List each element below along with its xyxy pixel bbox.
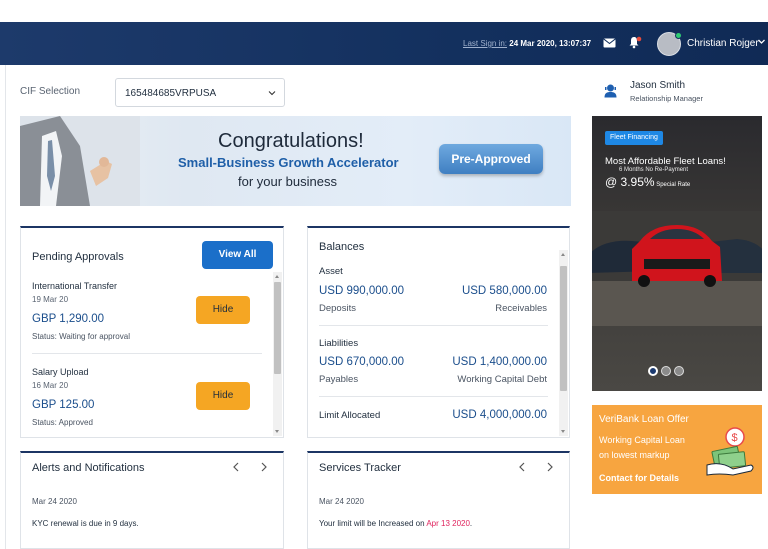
alerts-title: Alerts and Notifications xyxy=(32,462,145,474)
user-name[interactable]: Christian Rojger xyxy=(687,38,759,49)
svg-text:$: $ xyxy=(732,432,738,444)
scroll-up-icon[interactable] xyxy=(561,253,565,256)
top-header-bar: Last Sign in: 24 Mar 2020, 13:07:37 Chri… xyxy=(0,22,768,65)
rate-prefix: @ xyxy=(605,175,621,189)
chevron-left-icon[interactable] xyxy=(517,461,527,473)
loan-ad-line1: Working Capital Loan xyxy=(599,435,685,445)
rate-value: 3.95% xyxy=(620,175,655,189)
banner-subtitle: Small-Business Growth Accelerator xyxy=(178,155,399,170)
services-tracker-card: Services Tracker Mar 24 2020 Your limit … xyxy=(307,451,570,549)
item-status: Status: Waiting for approval xyxy=(32,332,130,341)
item-status: Status: Approved xyxy=(32,418,93,427)
divider xyxy=(319,396,548,397)
scrollbar-thumb[interactable] xyxy=(560,266,567,391)
working-capital-debt-amount: USD 1,400,000.00 xyxy=(452,356,547,368)
chevron-right-icon[interactable] xyxy=(545,461,555,473)
limit-allocated-label: Limit Allocated xyxy=(319,410,381,421)
cars-image xyxy=(592,211,762,326)
relationship-manager-name[interactable]: Jason Smith xyxy=(630,80,685,91)
service-text: Your limit will be Increased on Apr 13 2… xyxy=(319,519,472,528)
last-signin: Last Sign in: 24 Mar 2020, 13:07:37 xyxy=(463,39,591,48)
chevron-right-icon[interactable] xyxy=(259,461,269,473)
divider xyxy=(32,353,262,354)
promo-banner[interactable]: Congratulations! Small-Business Growth A… xyxy=(20,116,571,206)
scroll-down-icon[interactable] xyxy=(275,430,279,433)
item-name: International Transfer xyxy=(32,281,118,291)
businessman-image xyxy=(20,116,140,206)
payables-amount: USD 670,000.00 xyxy=(319,356,405,368)
carousel-indicators xyxy=(648,363,687,381)
alert-text: KYC renewal is due in 9 days. xyxy=(32,519,139,528)
carousel-dot[interactable] xyxy=(648,366,658,376)
services-tracker-title: Services Tracker xyxy=(319,462,401,474)
relationship-manager-icon xyxy=(604,84,617,98)
item-date: 19 Mar 20 xyxy=(32,295,69,304)
view-all-button[interactable]: View All xyxy=(202,241,273,269)
asset-label: Asset xyxy=(319,266,343,277)
pending-scrollbar[interactable] xyxy=(273,272,282,436)
hide-button[interactable]: Hide xyxy=(196,296,250,324)
item-name: Salary Upload xyxy=(32,367,89,377)
banner-tagline: for your business xyxy=(238,174,337,189)
last-signin-label[interactable]: Last Sign in: xyxy=(463,39,507,48)
service-date: Mar 24 2020 xyxy=(319,497,364,506)
service-text-end: . xyxy=(469,519,473,528)
left-divider xyxy=(5,65,6,549)
deposits-label: Deposits xyxy=(319,303,356,314)
receivables-label: Receivables xyxy=(495,303,547,314)
mail-icon[interactable] xyxy=(603,38,616,48)
user-avatar[interactable] xyxy=(657,32,682,56)
limit-allocated-amount: USD 4,000,000.00 xyxy=(452,409,547,421)
fleet-ad-sub: 6 Months No Re-Payment xyxy=(619,167,689,173)
cif-selected-value: 165484685VRPUSA xyxy=(125,88,217,99)
last-signin-value: 24 Mar 2020, 13:07:37 xyxy=(509,39,592,48)
fleet-financing-tag: Fleet Financing xyxy=(605,131,663,145)
contact-for-details-link[interactable]: Contact for Details xyxy=(599,473,679,483)
item-amount: GBP 125.00 xyxy=(32,399,95,411)
balances-card: Balances Asset USD 990,000.00 Deposits U… xyxy=(307,226,570,438)
scrollbar-thumb[interactable] xyxy=(274,282,281,374)
deposits-amount: USD 990,000.00 xyxy=(319,285,405,297)
chevron-down-icon[interactable] xyxy=(757,37,766,46)
banner-title: Congratulations! xyxy=(218,130,364,152)
carousel-dot[interactable] xyxy=(674,366,684,376)
fleet-ad-rate: @ 3.95% Special Rate xyxy=(605,175,690,189)
balances-title: Balances xyxy=(319,241,365,253)
cif-select-dropdown[interactable]: 165484685VRPUSA xyxy=(115,78,285,107)
relationship-manager-role: Relationship Manager xyxy=(630,94,703,103)
loan-offer-ad[interactable]: VeriBank Loan Offer Working Capital Loan… xyxy=(592,405,762,494)
carousel-dot[interactable] xyxy=(661,366,671,376)
scroll-up-icon[interactable] xyxy=(275,275,279,278)
liabilities-label: Liabilities xyxy=(319,338,359,349)
item-date: 16 Mar 20 xyxy=(32,381,69,390)
money-hand-icon: $ xyxy=(706,427,754,476)
online-status-dot xyxy=(675,32,682,39)
cif-selection-label: CIF Selection xyxy=(20,86,81,97)
scroll-down-icon[interactable] xyxy=(561,430,565,433)
divider xyxy=(319,325,548,326)
notification-bell-icon[interactable] xyxy=(628,35,642,49)
alert-date: Mar 24 2020 xyxy=(32,497,77,506)
fleet-financing-ad[interactable]: Fleet Financing Most Affordable Fleet Lo… xyxy=(592,116,762,391)
service-text-start: Your limit will be Increased on xyxy=(319,519,427,528)
loan-ad-line2: on lowest markup xyxy=(599,450,670,460)
alerts-card: Alerts and Notifications Mar 24 2020 KYC… xyxy=(20,451,284,549)
loan-ad-headline: VeriBank Loan Offer xyxy=(599,414,689,425)
receivables-amount: USD 580,000.00 xyxy=(461,285,547,297)
chevron-left-icon[interactable] xyxy=(231,461,241,473)
item-amount: GBP 1,290.00 xyxy=(32,313,105,325)
fleet-ad-headline: Most Affordable Fleet Loans! xyxy=(605,156,726,167)
hide-button[interactable]: Hide xyxy=(196,382,250,410)
pre-approved-badge[interactable]: Pre-Approved xyxy=(439,144,543,174)
pending-approvals-card: Pending Approvals View All International… xyxy=(20,226,284,438)
service-highlight-date: Apr 13 2020 xyxy=(426,519,470,528)
working-capital-debt-label: Working Capital Debt xyxy=(457,374,547,385)
pending-approvals-title: Pending Approvals xyxy=(32,251,124,263)
rate-suffix: Special Rate xyxy=(654,182,691,188)
chevron-down-icon xyxy=(268,91,276,96)
payables-label: Payables xyxy=(319,374,359,385)
balances-scrollbar[interactable] xyxy=(559,250,568,436)
